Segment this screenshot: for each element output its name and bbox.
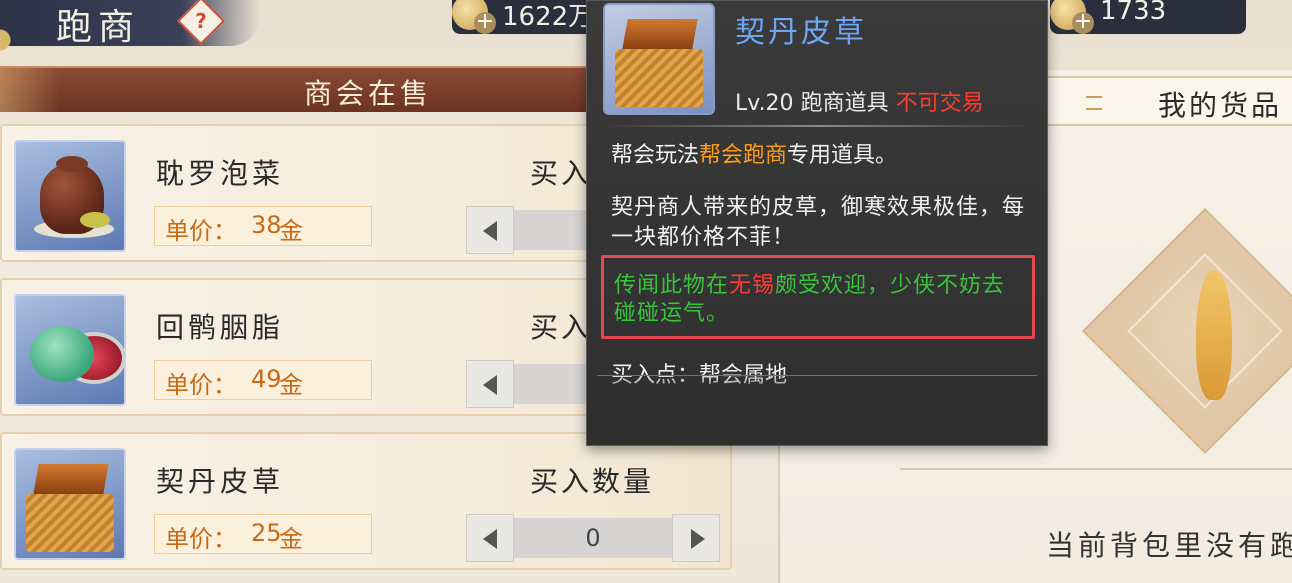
game-screen: 跑商 ? + 1622万 + 1733 商会在售 耽罗泡菜 单价： 38 金 回… (0, 0, 1292, 583)
item-name: 契丹皮草 (156, 465, 285, 498)
item-tooltip: 契丹皮草 Lv.20 跑商道具 不可交易 帮会玩法帮会跑商专用道具。 契丹商人带… (586, 0, 1048, 446)
tooltip-rumor-highlight: 传闻此物在无锡颇受欢迎，少侠不妨去碰碰运气。 (601, 255, 1035, 339)
item-name: 回鹘胭脂 (156, 311, 285, 344)
currency-value: 1733 (1100, 0, 1167, 26)
tooltip-rumor: 传闻此物在无锡颇受欢迎，少侠不妨去碰碰运气。 (614, 272, 1024, 328)
rumor-prefix: 传闻此物在 (614, 273, 730, 298)
item-price: 单价： 38 金 (154, 206, 372, 246)
rouge-box-icon[interactable] (14, 294, 126, 406)
tooltip-description: 契丹商人带来的皮草，御寒效果极佳，每一块都价格不菲！ (611, 195, 1026, 250)
price-label: 单价： (165, 525, 237, 553)
arrow-left-icon (483, 375, 497, 395)
currency-silver: + 1622万 (452, 0, 602, 34)
quantity-stepper: 0 (466, 514, 720, 562)
decrease-button[interactable] (466, 360, 514, 408)
fur-chest-icon[interactable] (14, 448, 126, 560)
usage-prefix: 帮会玩法 (611, 143, 700, 168)
increase-button[interactable] (672, 514, 720, 562)
shop-item[interactable]: 契丹皮草 单价： 25 金 买入数量 0 (0, 432, 732, 570)
currency-value: 1622万 (502, 2, 595, 32)
usage-suffix: 专用道具。 (787, 143, 898, 168)
flame-icon (1196, 270, 1232, 400)
currency-gold: + 1733 (1050, 0, 1246, 34)
fur-chest-icon (603, 3, 715, 115)
price-value: 25 (251, 519, 282, 547)
tooltip-divider (603, 125, 1033, 127)
title-bar: 跑商 ? (0, 0, 260, 100)
price-value: 49 (251, 365, 282, 393)
arrow-right-icon (691, 529, 705, 549)
arrow-left-icon (483, 529, 497, 549)
quantity-label: 买入数量 (530, 465, 655, 498)
tooltip-usage: 帮会玩法帮会跑商专用道具。 (611, 137, 897, 169)
tab-ornament-icon (1086, 96, 1102, 110)
divider (900, 468, 1292, 470)
price-unit: 金 (279, 371, 303, 399)
tooltip-item-name: 契丹皮草 (735, 15, 867, 50)
empty-inventory-text: 当前背包里没有跑 (1046, 529, 1292, 562)
header-ornament (0, 68, 60, 112)
price-value: 38 (251, 211, 282, 239)
tab-my-goods-label: 我的货品 (1158, 89, 1283, 122)
price-unit: 金 (279, 525, 303, 553)
tooltip-meta: Lv.20 跑商道具 不可交易 (735, 85, 984, 117)
price-unit: 金 (279, 217, 303, 245)
tooltip-trade-status: 不可交易 (895, 91, 984, 116)
tab-my-goods[interactable]: 我的货品 (1046, 76, 1292, 126)
help-icon: ? (195, 9, 207, 33)
price-label: 单价： (165, 371, 237, 399)
decrease-button[interactable] (466, 206, 514, 254)
rumor-city: 无锡 (729, 273, 776, 298)
quantity-input[interactable]: 0 (514, 518, 672, 558)
usage-highlight: 帮会跑商 (699, 143, 788, 168)
shop-header-title: 商会在售 (304, 77, 433, 110)
add-currency-button[interactable]: + (474, 11, 496, 34)
tooltip-type: 跑商道具 (800, 91, 889, 116)
item-name: 耽罗泡菜 (156, 157, 285, 190)
item-price: 单价： 25 金 (154, 514, 372, 554)
pickle-jar-icon[interactable] (14, 140, 126, 252)
tooltip-fade (587, 373, 1047, 445)
page-title: 跑商 (56, 7, 141, 48)
decrease-button[interactable] (466, 514, 514, 562)
help-button[interactable]: ? (176, 0, 226, 46)
arrow-left-icon (483, 221, 497, 241)
item-price: 单价： 49 金 (154, 360, 372, 400)
price-label: 单价： (165, 217, 237, 245)
tooltip-level: Lv.20 (735, 91, 794, 116)
add-currency-button[interactable]: + (1072, 11, 1094, 34)
